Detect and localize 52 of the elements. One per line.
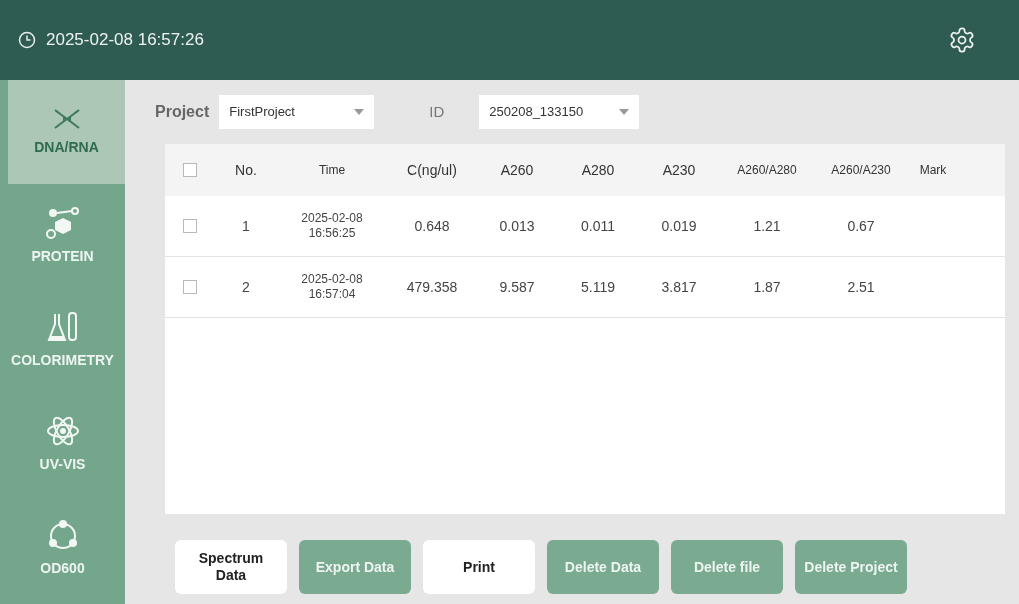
table-cell-text: 0.648 — [414, 216, 450, 236]
table-cell-text: 2.51 — [847, 277, 875, 297]
table-cell-text: 9.587 — [499, 277, 535, 297]
column-header: A260/A230 — [831, 162, 891, 179]
table-cell-text: 0.011 — [581, 216, 615, 236]
table-cell: 2025-02-08 16:56:25 — [301, 211, 363, 241]
action-button[interactable]: Delete Project — [795, 540, 907, 594]
sidebar-tab[interactable]: COLORIMETRY — [0, 288, 125, 392]
column-header: Time — [318, 162, 346, 179]
table-cell-text: 1.87 — [753, 277, 781, 297]
caret-icon — [354, 109, 365, 115]
action-button[interactable]: Print — [423, 540, 535, 594]
date-time: 2025-02-08 16:57:26 — [46, 29, 204, 52]
column-header: No. — [235, 160, 257, 180]
id-label: ID — [429, 101, 445, 122]
table-cell-text: 479.358 — [406, 277, 458, 297]
checkbox[interactable] — [183, 280, 197, 294]
column-header: A260 — [500, 160, 534, 180]
sidebar-tab[interactable]: UV-VIS — [0, 392, 125, 496]
action-button[interactable]: Delete Data — [547, 540, 659, 594]
action-button[interactable]: Spectrum Data — [175, 540, 287, 594]
flask-icon — [45, 309, 80, 344]
column-header: C(ng/ul) — [407, 160, 457, 180]
column-header: A280 — [581, 160, 615, 180]
sidebar-tab[interactable]: PROTEIN — [0, 184, 125, 288]
column-header: A260/A280 — [737, 162, 797, 179]
table-cell-text: 1.21 — [753, 216, 781, 236]
action-button[interactable]: Delete file — [671, 540, 783, 594]
project-label: Project — [155, 102, 210, 122]
sidebar-tab[interactable]: OD600 — [0, 496, 125, 600]
checkbox[interactable] — [183, 219, 197, 233]
table-cell-text: 0.019 — [661, 216, 697, 236]
table-cell-text: 3.817 — [661, 277, 697, 297]
column-header: Mark — [919, 162, 947, 179]
table-cell-text: 2 — [242, 277, 250, 297]
caret-icon — [619, 109, 630, 115]
clock-icon — [18, 31, 36, 49]
table-cell-text: 5.119 — [581, 277, 615, 297]
table-cell-text: 0.67 — [847, 216, 875, 236]
checkbox[interactable] — [183, 163, 197, 177]
action-button[interactable]: Export Data — [299, 540, 411, 594]
table-row[interactable]: 2 2025-02-08 16:57:04 479.358 9.587 5.119 3.817 1.87 2.51 — [165, 257, 1005, 318]
table-cell-text: 0.013 — [499, 216, 535, 236]
settings-icon[interactable] — [948, 26, 976, 54]
table-row[interactable]: 1 2025-02-08 16:56:25 0.648 0.013 0.011 0.019 1.21 0.67 — [165, 196, 1005, 257]
sidebar-tab[interactable]: DNA/RNA — [8, 80, 125, 184]
table-cell-text: 1 — [242, 216, 250, 236]
id-dropdown[interactable]: 250208_133150 — [479, 95, 640, 129]
molecule-icon — [44, 205, 81, 240]
table-cell: 2025-02-08 16:57:04 — [301, 272, 363, 302]
project-dropdown[interactable]: FirstProject — [219, 95, 375, 129]
column-header: A230 — [662, 160, 696, 180]
